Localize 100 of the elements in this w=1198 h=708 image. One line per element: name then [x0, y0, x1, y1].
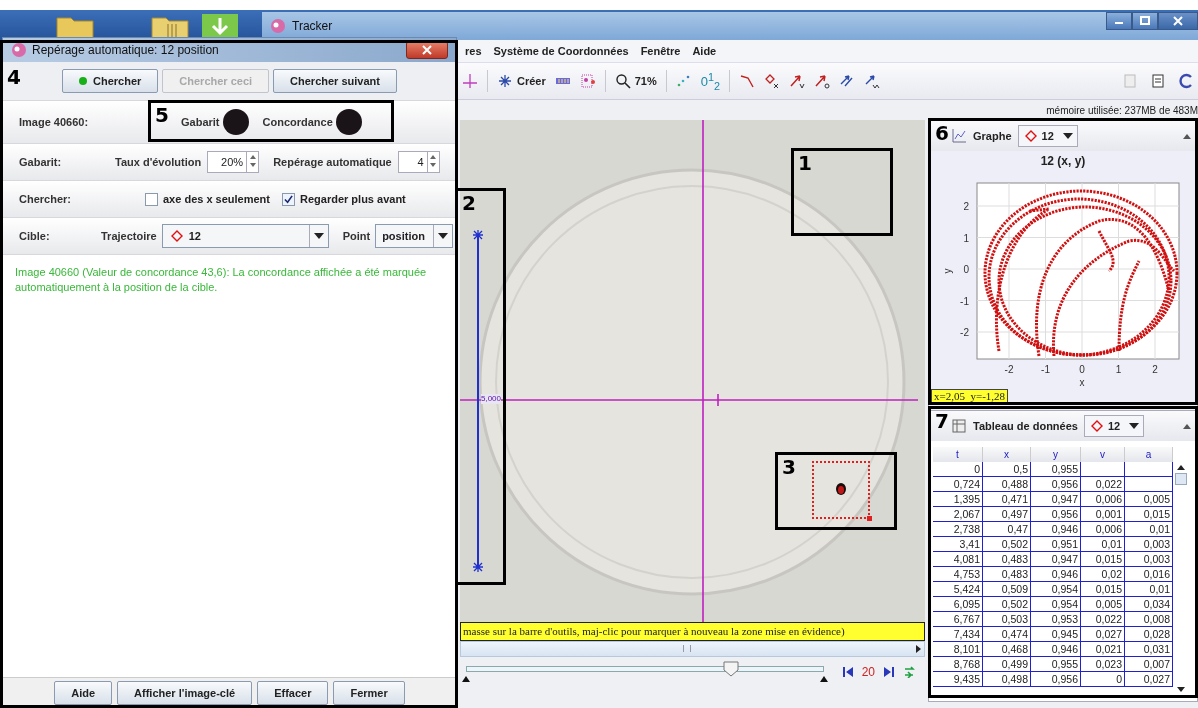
table-cell: 0,483: [983, 552, 1031, 567]
table-cell: 0,023: [1081, 657, 1125, 672]
column-header[interactable]: a: [1125, 447, 1173, 462]
table-cell: 0,003: [1125, 552, 1173, 567]
table-cell: 0,01: [1125, 522, 1173, 537]
table-cell: 0: [1081, 672, 1125, 687]
table-cell: 0,497: [983, 507, 1031, 522]
table-cell: 0,016: [1125, 567, 1173, 582]
trail-dots-icon[interactable]: [675, 73, 692, 89]
dialog-button[interactable]: Afficher l'image-clé: [117, 681, 253, 705]
x-tick-label: 2: [1152, 364, 1158, 375]
close-icon: [422, 45, 432, 55]
app-icon: [11, 42, 27, 58]
table-cell: [1125, 462, 1173, 477]
column-header[interactable]: x: [983, 447, 1031, 462]
step-forward-icon[interactable]: [883, 666, 895, 678]
track-dropdown[interactable]: 12: [1017, 125, 1078, 147]
table-cell: 0,006: [1081, 522, 1125, 537]
arrow-right-icon[interactable]: [914, 644, 922, 654]
track-dropdown[interactable]: 12: [1083, 415, 1145, 437]
table-cell: 0,946: [1031, 522, 1081, 537]
table-icon[interactable]: [951, 418, 967, 434]
dot-icon: [79, 77, 88, 85]
zoom-button[interactable]: 71%: [614, 73, 657, 89]
table-cell: 0,006: [1081, 492, 1125, 507]
collapse-icon[interactable]: [1183, 423, 1191, 429]
table-cell: 0,955: [1031, 657, 1081, 672]
table-cell: 4,081: [933, 552, 983, 567]
column-header[interactable]: y: [1031, 447, 1081, 462]
arrow-up-icon[interactable]: [1177, 465, 1185, 470]
close-button[interactable]: [1158, 12, 1198, 30]
dialog-button[interactable]: Aide: [54, 681, 113, 705]
notes-icon[interactable]: [1150, 73, 1166, 89]
column-header[interactable]: v: [1081, 447, 1125, 462]
scrollbar-thumb[interactable]: [1175, 473, 1187, 485]
table-cell: 0,956: [1031, 507, 1081, 522]
column-header[interactable]: t: [933, 447, 983, 462]
create-button[interactable]: Créer: [497, 73, 546, 89]
point-dropdown[interactable]: position: [375, 224, 453, 248]
table-cell: 0,027: [1081, 627, 1125, 642]
grid-dots-icon[interactable]: [579, 73, 596, 89]
search-option-checkbox[interactable]: axe des x seulement: [145, 192, 270, 206]
menu-item[interactable]: res: [465, 45, 482, 57]
caret-icon: [313, 233, 324, 239]
slider-thumb[interactable]: [722, 661, 739, 677]
table-cell: 0,01: [1081, 537, 1125, 552]
target-search-box[interactable]: [812, 461, 870, 519]
diamond-icon: [170, 230, 183, 242]
refresh-icon[interactable]: [1178, 73, 1194, 89]
app-icon: [270, 18, 286, 34]
start-marker-icon[interactable]: [462, 676, 470, 682]
insect-drawing: [833, 481, 849, 497]
menu-item[interactable]: Aide: [692, 45, 717, 57]
calibration-length-label: 5,000: [481, 394, 502, 404]
x-tick-label: 1: [1115, 364, 1122, 375]
menu-item[interactable]: Fenêtre: [640, 45, 681, 57]
table-cell: 0,502: [983, 597, 1031, 612]
end-marker-icon[interactable]: [819, 676, 828, 682]
point-icon[interactable]: [764, 73, 781, 89]
menu-item[interactable]: Système de Coordonnées: [493, 45, 629, 57]
vector-icon[interactable]: [789, 73, 806, 89]
diamond-icon: [1090, 420, 1103, 432]
step-back-icon[interactable]: [841, 666, 854, 678]
loop-icon[interactable]: [903, 666, 915, 678]
table-cell: 6,095: [933, 597, 983, 612]
search-button[interactable]: Chercher suivant: [273, 69, 397, 93]
search-button[interactable]: Chercher: [62, 69, 159, 93]
table-cell: 0,015: [1125, 507, 1173, 522]
frame-number: 20: [861, 665, 875, 679]
search-option-checkbox[interactable]: Regarder plus avant: [282, 192, 406, 206]
track-dropdown[interactable]: 12: [161, 224, 329, 248]
minimize-button[interactable]: [1106, 12, 1132, 30]
vector-sum-icon[interactable]: [864, 73, 881, 89]
horizontal-scrollbar[interactable]: [460, 641, 925, 657]
table-cell: 0,022: [1081, 612, 1125, 627]
vector-icon[interactable]: [814, 73, 831, 89]
table-cell: 0,003: [1125, 537, 1173, 552]
table-cell: 0,954: [1031, 597, 1081, 612]
dialog-button[interactable]: Effacer: [257, 681, 329, 705]
table-cell: 8,101: [933, 642, 983, 657]
table-cell: 0,947: [1031, 552, 1081, 567]
table-cell: 5,424: [933, 582, 983, 597]
y-tick-label: 1: [963, 232, 969, 244]
maximize-button[interactable]: [1132, 12, 1158, 30]
panel-title: Graphe: [973, 130, 1012, 142]
chart-title: 12 (x, y): [1039, 153, 1087, 170]
graph-icon[interactable]: [951, 128, 967, 144]
dialog-button[interactable]: Fermer: [333, 681, 405, 705]
table-cell: 0,502: [983, 537, 1031, 552]
axes-icon[interactable]: [462, 73, 478, 89]
y-tick-label: -1: [960, 295, 969, 307]
table-cell: 0,946: [1031, 567, 1081, 582]
arrow-down-icon[interactable]: [1177, 687, 1185, 692]
y-tick-label: -2: [960, 327, 969, 338]
window-title: Tracker: [292, 19, 333, 33]
collapse-icon[interactable]: [1183, 133, 1191, 139]
line-icon[interactable]: [739, 73, 756, 89]
table-cell: 3,41: [933, 537, 983, 552]
table-cell: 0,951: [1031, 537, 1081, 552]
evolution-rate-label: Taux d'évolution: [115, 156, 202, 168]
